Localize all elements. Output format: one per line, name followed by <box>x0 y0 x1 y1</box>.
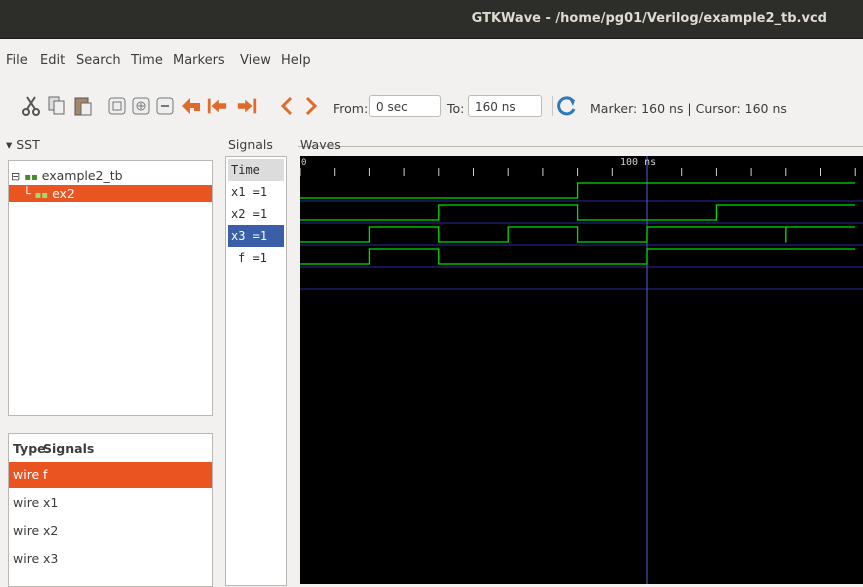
signal-row-x3[interactable]: x3 =1 <box>228 225 284 247</box>
prev-icon[interactable] <box>276 94 298 118</box>
menu-time[interactable]: Time <box>131 53 163 68</box>
menu-view[interactable]: View <box>240 53 271 68</box>
signal-name: x1 <box>43 495 59 510</box>
waves-pane-label: Waves <box>300 137 341 152</box>
cut-icon[interactable] <box>20 94 42 118</box>
sst-signal-list: Type Signals wire f wire x1 wire x2 wire… <box>8 433 213 587</box>
marker-cursor-status: Marker: 160 ns | Cursor: 160 ns <box>590 101 787 116</box>
zoom-end-icon[interactable] <box>236 94 258 118</box>
signal-row-x1[interactable]: x1 =1 <box>228 181 284 203</box>
signal-row-f[interactable]: f =1 <box>228 247 284 269</box>
to-label: To: <box>447 101 465 116</box>
waveform-canvas[interactable]: 0 100 ns <box>300 156 863 584</box>
signal-name: x3 <box>43 551 59 566</box>
from-input[interactable]: 0 sec <box>369 95 441 117</box>
copy-icon[interactable] <box>46 94 68 118</box>
sst-label: SST <box>16 137 40 152</box>
tree-item-label: example2_tb <box>41 168 123 183</box>
menu-markers[interactable]: Markers <box>173 53 225 68</box>
tree-item-ex2[interactable]: └ ▪▪ ex2 <box>9 185 212 202</box>
menu-file[interactable]: File <box>6 53 28 68</box>
signal-type: wire <box>13 523 40 538</box>
zoom-out-icon[interactable] <box>154 94 176 118</box>
list-item[interactable]: wire f <box>9 462 212 488</box>
reload-icon[interactable] <box>556 94 578 118</box>
list-item[interactable]: wire x3 <box>9 546 212 572</box>
time-start-label: 0 <box>301 158 306 168</box>
tree-line-icon: └ <box>23 186 31 201</box>
signal-name: x2 <box>43 523 59 538</box>
sst-tree[interactable]: ⊟ ▪▪ example2_tb └ ▪▪ ex2 <box>8 160 213 416</box>
signal-type: wire <box>13 495 40 510</box>
tree-item-label: ex2 <box>52 186 75 201</box>
menu-bar: File Edit Search Time Markers View Help <box>0 53 863 75</box>
paste-icon[interactable] <box>72 94 94 118</box>
menu-search[interactable]: Search <box>76 53 121 68</box>
zoom-fit-icon[interactable] <box>106 94 128 118</box>
type-column-header[interactable]: Type <box>13 436 46 462</box>
signal-row-time[interactable]: Time <box>228 159 284 181</box>
undo-zoom-icon[interactable] <box>180 94 202 118</box>
signals-pane-label: Signals <box>228 137 273 152</box>
signal-type: wire <box>13 551 40 566</box>
menu-help[interactable]: Help <box>281 53 311 68</box>
zoom-start-icon[interactable] <box>206 94 228 118</box>
next-icon[interactable] <box>300 94 322 118</box>
module-icon: ▪▪ <box>24 172 38 183</box>
signals-column-header[interactable]: Signals <box>43 436 94 462</box>
toolbar-separator <box>552 96 553 116</box>
zoom-in-icon[interactable] <box>130 94 152 118</box>
tree-item-example2-tb[interactable]: ⊟ ▪▪ example2_tb <box>11 167 123 184</box>
to-input[interactable]: 160 ns <box>468 95 542 117</box>
signal-type: wire <box>13 467 40 482</box>
from-label: From: <box>333 101 369 116</box>
list-item[interactable]: wire x1 <box>9 490 212 516</box>
tree-expander-icon[interactable]: ⊟ <box>11 170 20 183</box>
list-item[interactable]: wire x2 <box>9 518 212 544</box>
signal-row-x2[interactable]: x2 =1 <box>228 203 284 225</box>
signal-name: f <box>43 467 48 482</box>
signals-pane: Time x1 =1 x2 =1 x3 =1 f =1 <box>225 156 287 586</box>
sst-expander[interactable]: ▾ SST <box>6 137 40 152</box>
marker-time-label: 100 ns <box>620 157 656 168</box>
list-header: Type Signals <box>9 436 212 462</box>
module-icon: ▪▪ <box>34 190 49 201</box>
window-title: GTKWave - /home/pg01/Verilog/example2_tb… <box>471 11 827 26</box>
toolbar: From: 0 sec To: 160 ns Marker: 160 ns | … <box>0 88 863 124</box>
title-bar: GTKWave - /home/pg01/Verilog/example2_tb… <box>0 0 863 39</box>
menu-edit[interactable]: Edit <box>40 53 65 68</box>
